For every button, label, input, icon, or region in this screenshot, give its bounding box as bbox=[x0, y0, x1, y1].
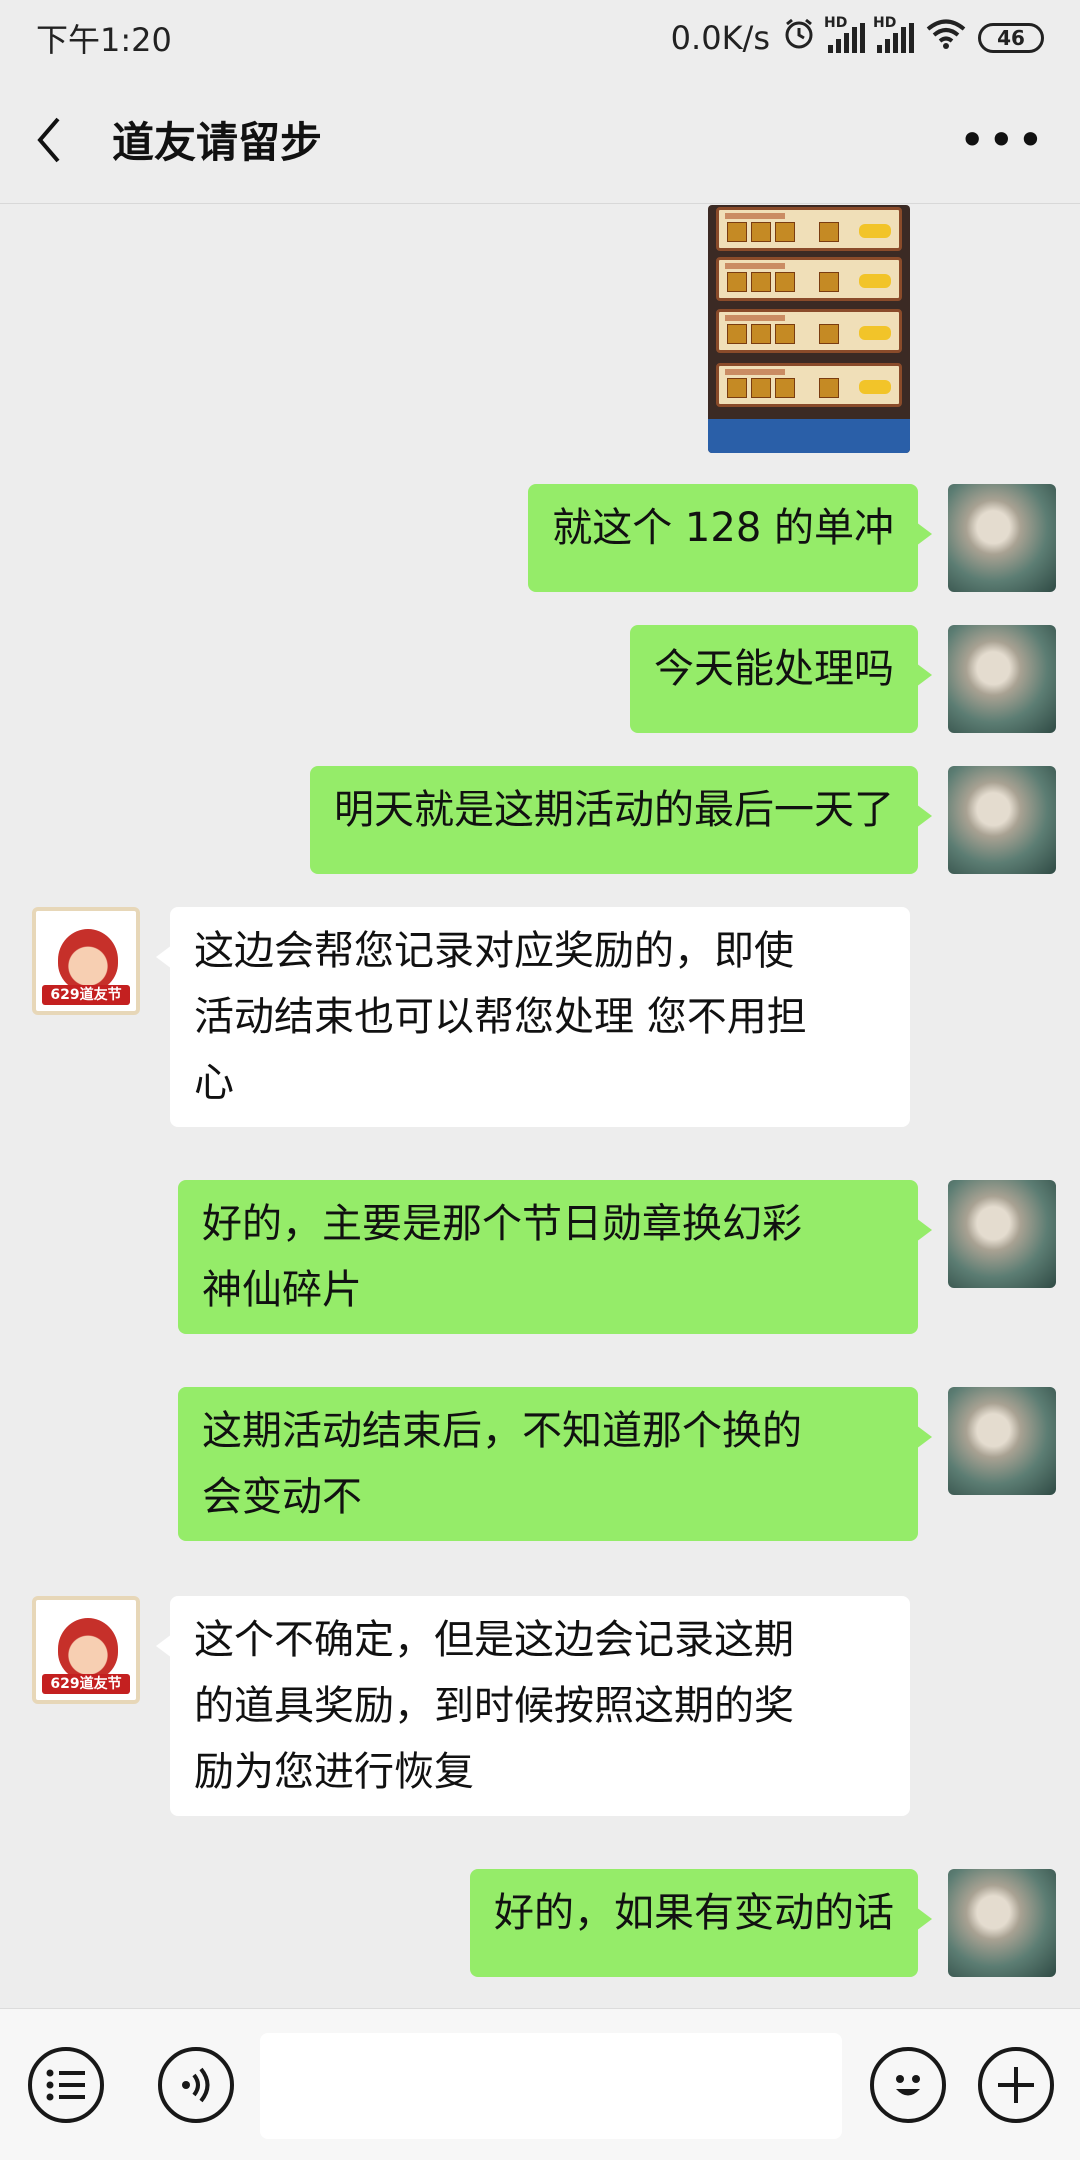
message-line: 的道具奖励，到时候按照这期的奖 bbox=[194, 1683, 794, 1729]
alarm-icon bbox=[782, 17, 816, 59]
message-sent: 好的，主要是那个节日勋章换幻彩 神仙碎片 bbox=[178, 1180, 1056, 1334]
message-sent: 今天能处理吗 bbox=[630, 625, 1056, 733]
message-line: 神仙碎片 bbox=[202, 1267, 362, 1313]
plus-icon[interactable] bbox=[978, 2047, 1054, 2123]
message-line: 这期活动结束后，不知道那个换的 bbox=[202, 1408, 802, 1454]
message-bubble[interactable]: 这个不确定，但是这边会记录这期 的道具奖励，到时候按照这期的奖 励为您进行恢复 bbox=[156, 1596, 910, 1816]
emoji-icon[interactable] bbox=[870, 2047, 946, 2123]
signal-icon-1: HD bbox=[824, 15, 865, 53]
message-input[interactable] bbox=[260, 2033, 842, 2139]
message-bubble[interactable]: 这边会帮您记录对应奖励的，即使 活动结束也可以帮您处理 您不用担 心 bbox=[156, 907, 910, 1127]
list-icon[interactable] bbox=[28, 2047, 104, 2123]
user-avatar[interactable] bbox=[948, 625, 1056, 733]
message-sent: 这期活动结束后，不知道那个换的 会变动不 bbox=[178, 1387, 1056, 1541]
message-sent: 好的，如果有变动的话 bbox=[470, 1869, 1056, 1977]
user-avatar[interactable] bbox=[948, 484, 1056, 592]
back-icon[interactable] bbox=[34, 110, 74, 170]
status-time: 下午1:20 bbox=[36, 21, 172, 59]
user-avatar[interactable] bbox=[948, 1387, 1056, 1495]
service-avatar[interactable]: 629道友节 bbox=[32, 907, 140, 1015]
message-line: 心 bbox=[194, 1060, 234, 1106]
more-options-icon[interactable]: ••• bbox=[959, 117, 1046, 163]
message-bubble[interactable]: 这期活动结束后，不知道那个换的 会变动不 bbox=[178, 1387, 932, 1541]
message-bubble[interactable]: 好的，主要是那个节日勋章换幻彩 神仙碎片 bbox=[178, 1180, 932, 1334]
image-store-row bbox=[716, 309, 902, 353]
message-line: 好的，主要是那个节日勋章换幻彩 bbox=[202, 1201, 802, 1247]
message-bubble[interactable]: 就这个 128 的单冲 bbox=[528, 484, 932, 592]
image-store-row bbox=[716, 257, 902, 301]
chat-header: 道友请留步 ••• bbox=[0, 76, 1080, 204]
image-nav-strip bbox=[708, 419, 910, 453]
service-avatar-label: 629道友节 bbox=[42, 1674, 130, 1694]
message-bubble[interactable]: 今天能处理吗 bbox=[630, 625, 932, 733]
signal-icon-2: HD bbox=[873, 15, 914, 53]
chat-title: 道友请留步 bbox=[112, 118, 323, 167]
hd-label-1: HD bbox=[824, 15, 848, 31]
message-line: 励为您进行恢复 bbox=[194, 1749, 474, 1795]
input-bar bbox=[0, 2008, 1080, 2160]
voice-icon[interactable] bbox=[158, 2047, 234, 2123]
message-line: 这边会帮您记录对应奖励的，即使 bbox=[194, 928, 794, 974]
image-store-row bbox=[716, 363, 902, 407]
image-store-row bbox=[716, 207, 902, 251]
message-sent: 明天就是这期活动的最后一天了 bbox=[310, 766, 1056, 874]
user-avatar[interactable] bbox=[948, 1180, 1056, 1288]
message-received: 629道友节 这个不确定，但是这边会记录这期 的道具奖励，到时候按照这期的奖 励… bbox=[32, 1596, 910, 1816]
shared-image[interactable] bbox=[708, 205, 910, 453]
message-bubble[interactable]: 好的，如果有变动的话 bbox=[470, 1869, 932, 1977]
message-received: 629道友节 这边会帮您记录对应奖励的，即使 活动结束也可以帮您处理 您不用担 … bbox=[32, 907, 910, 1127]
message-line: 这个不确定，但是这边会记录这期 bbox=[194, 1617, 794, 1663]
service-avatar[interactable]: 629道友节 bbox=[32, 1596, 140, 1704]
user-avatar[interactable] bbox=[948, 766, 1056, 874]
wifi-icon bbox=[926, 18, 966, 58]
service-avatar-label: 629道友节 bbox=[42, 985, 130, 1005]
message-line: 会变动不 bbox=[202, 1474, 362, 1520]
message-line: 活动结束也可以帮您处理 您不用担 bbox=[194, 994, 807, 1040]
message-bubble[interactable]: 明天就是这期活动的最后一天了 bbox=[310, 766, 932, 874]
message-sent: 就这个 128 的单冲 bbox=[528, 484, 1056, 592]
status-bar: 下午1:20 0.0K/s HD HD 46 bbox=[0, 0, 1080, 76]
user-avatar[interactable] bbox=[948, 1869, 1056, 1977]
status-indicators: 0.0K/s HD HD 46 bbox=[670, 15, 1044, 59]
chat-messages[interactable]: 就这个 128 的单冲 今天能处理吗 明天就是这期活动的最后一天了 629道友节… bbox=[0, 205, 1080, 2008]
battery-icon: 46 bbox=[978, 23, 1044, 53]
hd-label-2: HD bbox=[873, 15, 897, 31]
net-speed: 0.0K/s bbox=[670, 19, 770, 57]
